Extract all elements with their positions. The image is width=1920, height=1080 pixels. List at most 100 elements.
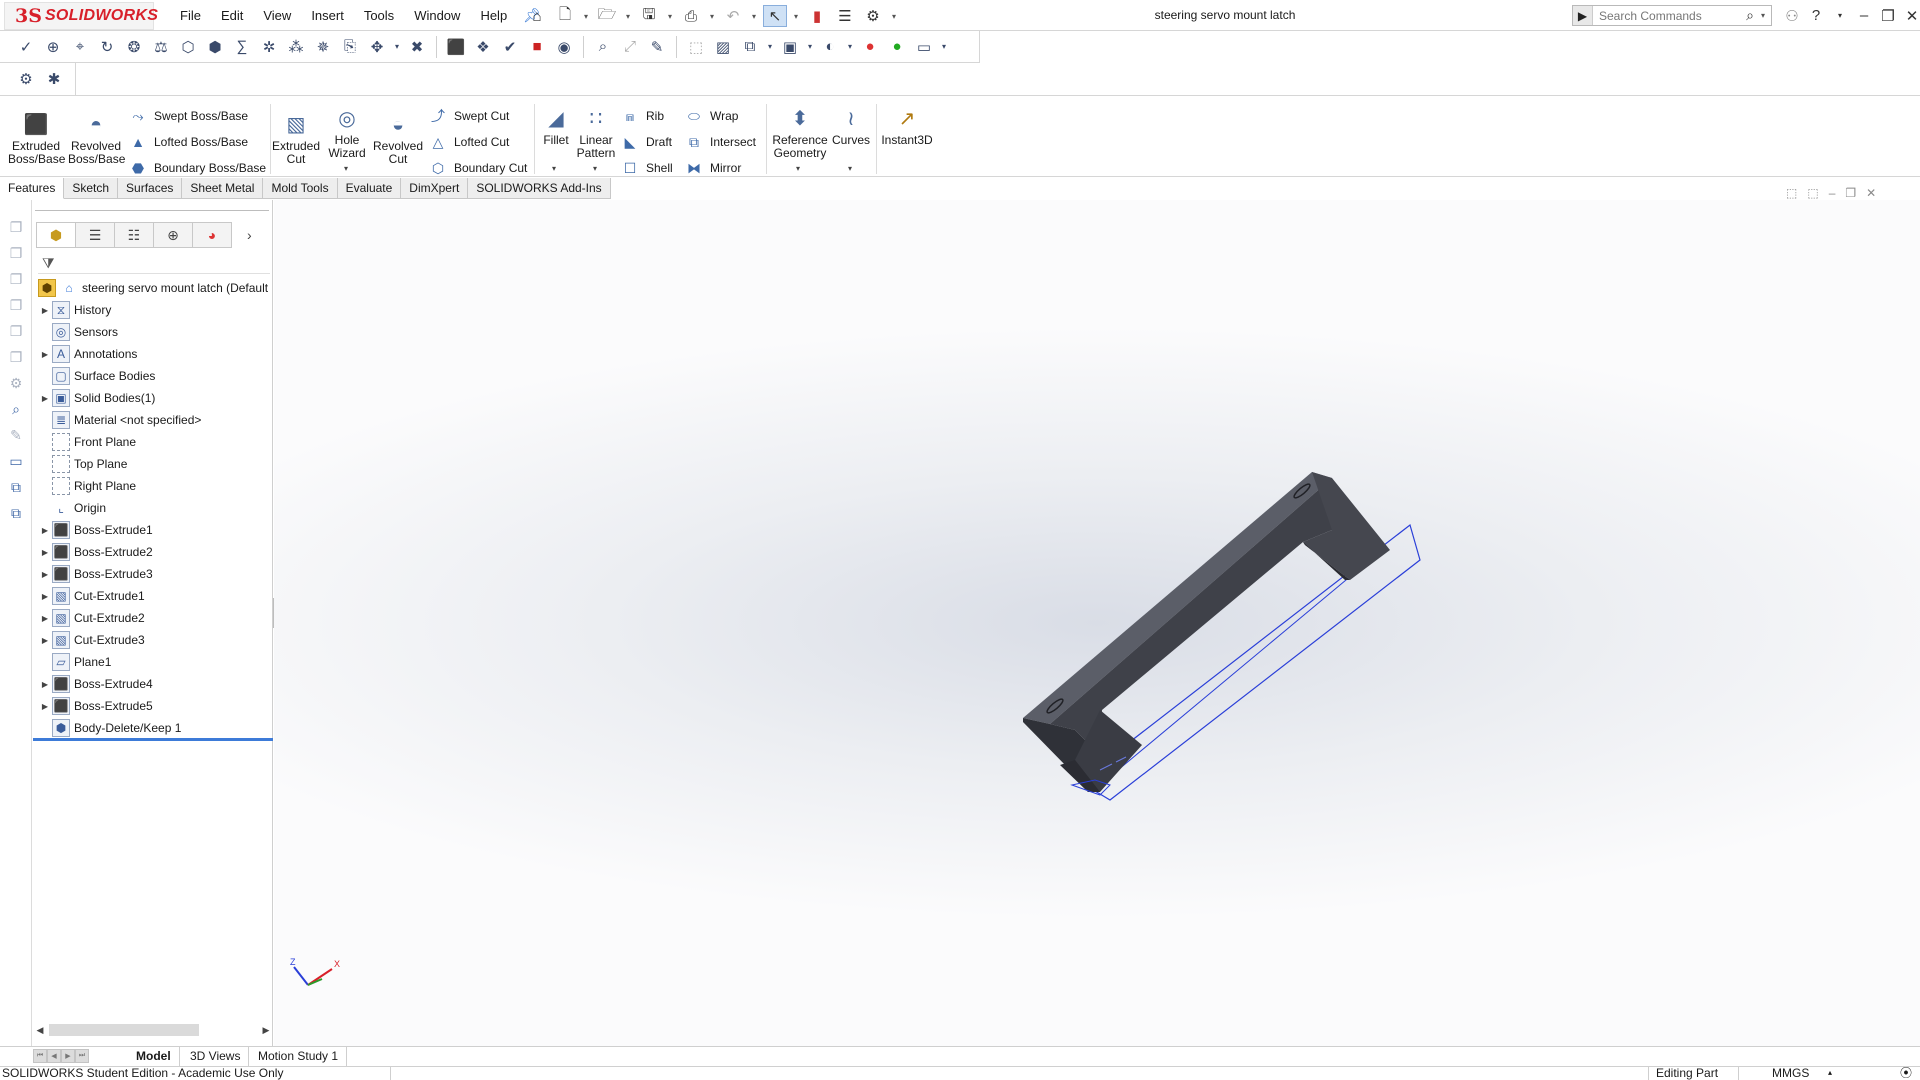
extruded-cut-button[interactable]: ▧ Extruded Cut — [268, 112, 324, 166]
scroll-thumb[interactable] — [49, 1024, 199, 1036]
chevron-down-icon[interactable]: ▾ — [805, 35, 815, 59]
viewport-tile-left-icon[interactable]: ⬚ — [1786, 186, 1797, 200]
tab-motion-study-1[interactable]: Motion Study 1 — [250, 1047, 348, 1067]
expand-arrow-icon[interactable]: ▶ — [38, 702, 52, 711]
tree-item-surface-bodies[interactable]: ▢ Surface Bodies — [33, 365, 273, 387]
check-icon[interactable]: ⬢ — [203, 35, 227, 59]
revolved-boss-button[interactable]: ◓ Revolved Boss/Base — [68, 112, 125, 166]
graphics-area[interactable] — [274, 200, 1920, 1046]
scroll-right-icon[interactable]: ▶ — [259, 1025, 273, 1036]
swept-cut-button[interactable]: ⤴ Swept Cut — [428, 106, 509, 126]
move-icon[interactable]: ✥ — [365, 35, 389, 59]
feature-statistics-icon[interactable]: ❖ — [471, 35, 495, 59]
edit-appearance-icon[interactable]: ● — [858, 35, 882, 59]
instant3d-button[interactable]: ↗ Instant3D — [878, 106, 936, 147]
next-tab-icon[interactable]: ▶ — [61, 1049, 75, 1063]
chevron-down-icon[interactable]: ▾ — [796, 164, 800, 173]
chevron-down-icon[interactable]: ▾ — [791, 5, 801, 27]
design-checker-icon[interactable]: ◉ — [552, 35, 576, 59]
lofted-boss-button[interactable]: ▲ Lofted Boss/Base — [128, 132, 248, 152]
quick-tips-icon[interactable]: ⦿ — [1900, 1066, 1912, 1080]
mass-properties-icon[interactable]: ⚖ — [149, 35, 173, 59]
tree-item-front-plane[interactable]: Front Plane — [33, 431, 273, 453]
options-gear-icon[interactable]: ⚙ — [861, 5, 885, 27]
zoom-area-icon[interactable]: ⤢ — [618, 35, 642, 59]
menu-file[interactable]: File — [170, 8, 211, 23]
tab-sheet-metal[interactable]: Sheet Metal — [182, 178, 264, 199]
chevron-down-icon[interactable]: ▾ — [848, 164, 852, 173]
strip-copy-icon[interactable]: ❐ — [0, 292, 32, 318]
restore-icon[interactable]: ❐ — [1876, 7, 1900, 25]
chevron-down-icon[interactable]: ▾ — [707, 5, 717, 27]
tree-item-body-delete-keep-1[interactable]: ⬢ Body-Delete/Keep 1 — [33, 717, 273, 739]
intersect-button[interactable]: ⧉ Intersect — [684, 132, 756, 152]
tree-item-boss-extrude5[interactable]: ▶ ⬛ Boss-Extrude5 — [33, 695, 273, 717]
chevron-down-icon[interactable]: ▾ — [593, 164, 597, 173]
tree-item-plane1[interactable]: ▱ Plane1 — [33, 651, 273, 673]
print-icon[interactable]: ⎙ — [679, 5, 703, 27]
menu-window[interactable]: Window — [404, 8, 470, 23]
section-properties-icon[interactable]: ⬡ — [176, 35, 200, 59]
tree-item-cut-extrude3[interactable]: ▶ ▧ Cut-Extrude3 — [33, 629, 273, 651]
extruded-boss-button[interactable]: ⬛ Extruded Boss/Base — [8, 112, 65, 166]
tree-item-sensors[interactable]: ◎ Sensors — [33, 321, 273, 343]
strip-settings-icon[interactable]: ⚙ — [0, 370, 32, 396]
expand-arrow-icon[interactable]: ▶ — [38, 592, 52, 601]
chevron-down-icon[interactable]: ▾ — [765, 35, 775, 59]
explode-icon[interactable]: ✵ — [311, 35, 335, 59]
prev-tab-icon[interactable]: ◀ — [47, 1049, 61, 1063]
tree-item-annotations[interactable]: ▶ A Annotations — [33, 343, 273, 365]
tree-item-boss-extrude3[interactable]: ▶ ⬛ Boss-Extrude3 — [33, 563, 273, 585]
pan-icon[interactable]: ✎ — [645, 35, 669, 59]
zoom-to-fit-icon[interactable]: ⊕ — [41, 35, 65, 59]
strip-copy-icon[interactable]: ❐ — [0, 240, 32, 266]
tree-item-right-plane[interactable]: Right Plane — [33, 475, 273, 497]
chevron-down-icon[interactable]: ▾ — [749, 5, 759, 27]
feature-manager-tab-icon[interactable]: ⬢ — [36, 222, 76, 248]
menu-help[interactable]: Help — [470, 8, 517, 23]
view-orientation-icon[interactable]: ⬛ — [444, 35, 468, 59]
last-tab-icon[interactable]: ⏭ — [75, 1049, 89, 1063]
linear-pattern-button[interactable]: ∷ Linear Pattern — [568, 106, 624, 160]
sketch-icon[interactable]: ❂ — [122, 35, 146, 59]
chevron-up-icon[interactable]: ▴ — [1828, 1066, 1832, 1080]
select-cursor-icon[interactable]: ↖ — [763, 5, 787, 27]
tab-3d-views[interactable]: 3D Views — [182, 1047, 250, 1067]
units-selector[interactable]: MMGS — [1772, 1066, 1809, 1080]
tab-surfaces[interactable]: Surfaces — [118, 178, 183, 199]
tree-item-cut-extrude2[interactable]: ▶ ▧ Cut-Extrude2 — [33, 607, 273, 629]
menu-view[interactable]: View — [253, 8, 301, 23]
section-view-icon[interactable]: ▨ — [711, 35, 735, 59]
strip-copy-icon[interactable]: ❐ — [0, 318, 32, 344]
expand-arrow-icon[interactable]: ▶ — [38, 350, 52, 359]
search-commands-box[interactable]: ▶ Search Commands ⌕ ▾ — [1572, 5, 1772, 26]
menu-edit[interactable]: Edit — [211, 8, 253, 23]
expand-arrow-icon[interactable]: ▶ — [38, 526, 52, 535]
chevron-down-icon[interactable]: ▾ — [552, 164, 556, 173]
strip-copy-icon[interactable]: ❐ — [0, 266, 32, 292]
measure-icon[interactable]: ⌖ — [68, 35, 92, 59]
tab-sketch[interactable]: Sketch — [64, 178, 119, 199]
delete-face-icon[interactable]: ✖ — [405, 35, 429, 59]
draft-button[interactable]: ◣ Draft — [620, 132, 672, 152]
compare-icon[interactable]: ⁂ — [284, 35, 308, 59]
undo-icon[interactable]: ↶ — [721, 5, 745, 27]
chevron-down-icon[interactable]: ▾ — [344, 164, 348, 173]
strip-display-icon[interactable]: ▭ — [0, 448, 32, 474]
expand-arrow-icon[interactable]: ▶ — [38, 394, 52, 403]
check-entity-icon[interactable]: ✔ — [498, 35, 522, 59]
tree-item-boss-extrude2[interactable]: ▶ ⬛ Boss-Extrude2 — [33, 541, 273, 563]
hole-wizard-button[interactable]: ◎ Hole Wizard — [319, 106, 375, 160]
open-folder-icon[interactable]: 🗁 — [595, 5, 619, 27]
chevron-down-icon[interactable]: ▾ — [392, 35, 402, 59]
reference-geometry-button[interactable]: ⬍ Reference Geometry — [771, 106, 829, 160]
tree-item-boss-extrude1[interactable]: ▶ ⬛ Boss-Extrude1 — [33, 519, 273, 541]
tab-model[interactable]: Model — [128, 1047, 180, 1067]
rib-button[interactable]: ⩎ Rib — [620, 106, 664, 126]
horizontal-scrollbar[interactable]: ◀ ▶ — [33, 1022, 273, 1038]
tree-item-material-not-specified[interactable]: ≣ Material <not specified> — [33, 409, 273, 431]
view-settings-icon[interactable]: ▭ — [912, 35, 936, 59]
smart-dimension-icon[interactable]: ↻ — [95, 35, 119, 59]
zoom-icon[interactable]: ⌕ — [591, 35, 615, 59]
strip-copy-icon[interactable]: ❐ — [0, 214, 32, 240]
